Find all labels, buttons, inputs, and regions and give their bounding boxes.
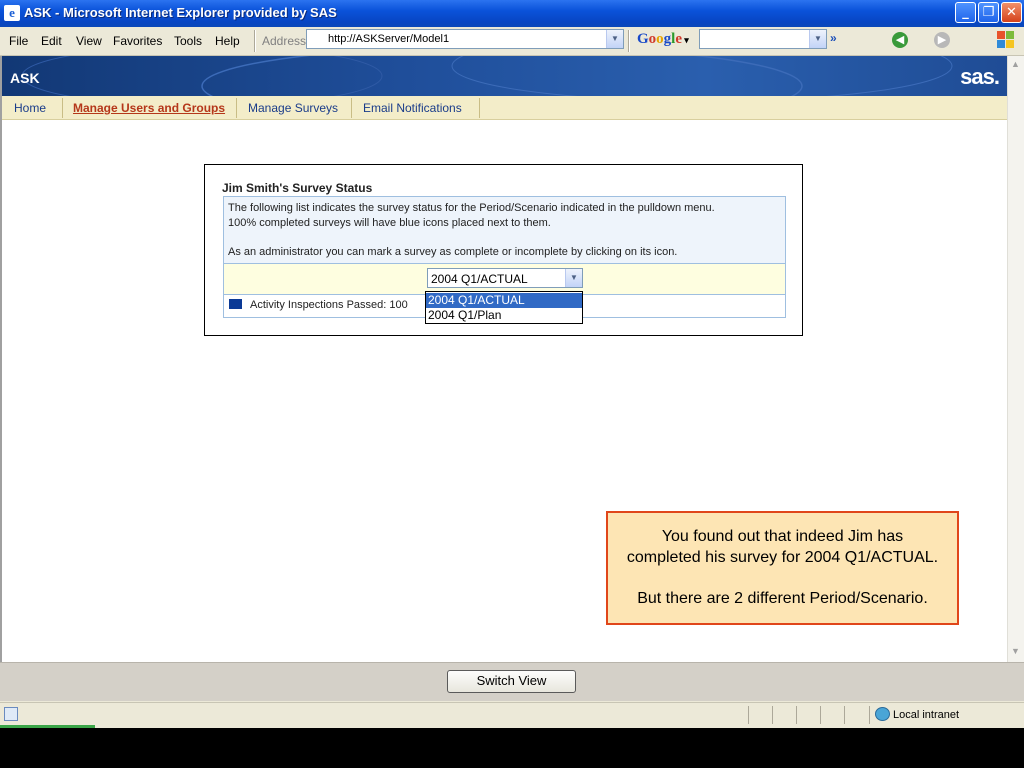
info-box: The following list indicates the survey … (223, 196, 786, 264)
status-divider (796, 706, 797, 724)
complete-status-icon[interactable] (229, 299, 242, 309)
menu-view[interactable]: View (76, 34, 102, 48)
tab-separator (479, 98, 480, 118)
app-header: ASK sas. (2, 56, 1007, 96)
toolbar-more-chevron[interactable]: » (830, 31, 837, 45)
info-line: 100% completed surveys will have blue ic… (228, 217, 551, 229)
info-line: The following list indicates the survey … (228, 202, 715, 214)
tab-manage-users-and-groups[interactable]: Manage Users and Groups (73, 101, 225, 115)
browser-window: e ASK - Microsoft Internet Explorer prov… (0, 0, 1024, 728)
address-label: Address (262, 34, 307, 48)
status-divider (869, 706, 870, 724)
nav-tabs: Home Manage Users and Groups Manage Surv… (2, 96, 1007, 120)
tab-separator (351, 98, 352, 118)
selected-period: 2004 Q1/ACTUAL (431, 272, 528, 286)
toolbar-separator (254, 30, 256, 52)
sas-logo: sas. (960, 64, 1000, 89)
status-bar: Local intranet (0, 702, 1024, 728)
load-progress-bar (0, 725, 95, 728)
tutorial-callout: You found out that indeed Jim has comple… (606, 511, 959, 625)
menu-edit[interactable]: Edit (41, 34, 62, 48)
bottom-toolbar: Switch View (0, 662, 1024, 701)
status-divider (820, 706, 821, 724)
tab-separator (62, 98, 63, 118)
survey-item-label[interactable]: Activity Inspections Passed: 100 (250, 299, 408, 311)
chevron-down-icon[interactable]: ▼ (565, 269, 582, 287)
intranet-zone-icon (875, 707, 890, 721)
status-divider (748, 706, 749, 724)
header-swirl-decoration (21, 56, 953, 96)
maximize-button[interactable]: ❐ (978, 2, 999, 23)
back-icon[interactable]: ◀ (892, 32, 908, 48)
menu-favorites[interactable]: Favorites (113, 34, 162, 48)
vertical-scrollbar[interactable]: ▲ ▼ (1007, 56, 1024, 662)
panel-title: Jim Smith's Survey Status (222, 181, 373, 195)
toolbar-separator (628, 30, 630, 52)
scroll-down-icon[interactable]: ▼ (1011, 646, 1020, 656)
ie-icon: e (4, 5, 20, 21)
title-bar: e ASK - Microsoft Internet Explorer prov… (0, 0, 1024, 27)
app-name: ASK (10, 70, 40, 86)
menu-help[interactable]: Help (215, 34, 240, 48)
window-title: ASK - Microsoft Internet Explorer provid… (24, 5, 337, 20)
windows-logo-icon (997, 31, 1014, 48)
forward-icon[interactable]: ▶ (934, 32, 950, 48)
google-search-input[interactable]: ▼ (699, 29, 827, 49)
status-divider (772, 706, 773, 724)
address-url: http://ASKServer/Model1 (328, 33, 450, 45)
page-status-icon (4, 707, 18, 721)
menu-tools[interactable]: Tools (174, 34, 202, 48)
callout-line: completed his survey for 2004 Q1/ACTUAL. (626, 549, 939, 566)
address-field[interactable]: http://ASKServer/Model1 ▼ (306, 29, 624, 49)
period-scenario-select[interactable]: 2004 Q1/ACTUAL ▼ (427, 268, 583, 288)
minimize-button[interactable]: _ (955, 2, 976, 23)
info-line: As an administrator you can mark a surve… (228, 246, 678, 258)
tab-manage-surveys[interactable]: Manage Surveys (248, 101, 338, 115)
switch-view-button[interactable]: Switch View (447, 670, 576, 693)
tab-separator (236, 98, 237, 118)
chevron-down-icon[interactable]: ▼ (809, 30, 826, 48)
scroll-up-icon[interactable]: ▲ (1011, 59, 1020, 69)
chevron-down-icon[interactable]: ▼ (606, 30, 623, 48)
callout-line: But there are 2 different Period/Scenari… (637, 590, 928, 607)
menu-file[interactable]: File (9, 34, 28, 48)
dropdown-option[interactable]: 2004 Q1/Plan (426, 308, 582, 323)
security-zone-label: Local intranet (893, 709, 960, 721)
dropdown-option[interactable]: 2004 Q1/ACTUAL (426, 293, 582, 308)
close-button[interactable]: ✕ (1001, 2, 1022, 23)
period-dropdown-list: 2004 Q1/ACTUAL 2004 Q1/Plan (425, 291, 583, 324)
page-content: ASK sas. Home Manage Users and Groups Ma… (0, 56, 1007, 662)
status-divider (844, 706, 845, 724)
tab-email-notifications[interactable]: Email Notifications (363, 101, 462, 115)
google-logo[interactable]: Google ▾ (637, 31, 689, 48)
callout-line: You found out that indeed Jim has (661, 528, 904, 545)
tab-home[interactable]: Home (14, 101, 46, 115)
